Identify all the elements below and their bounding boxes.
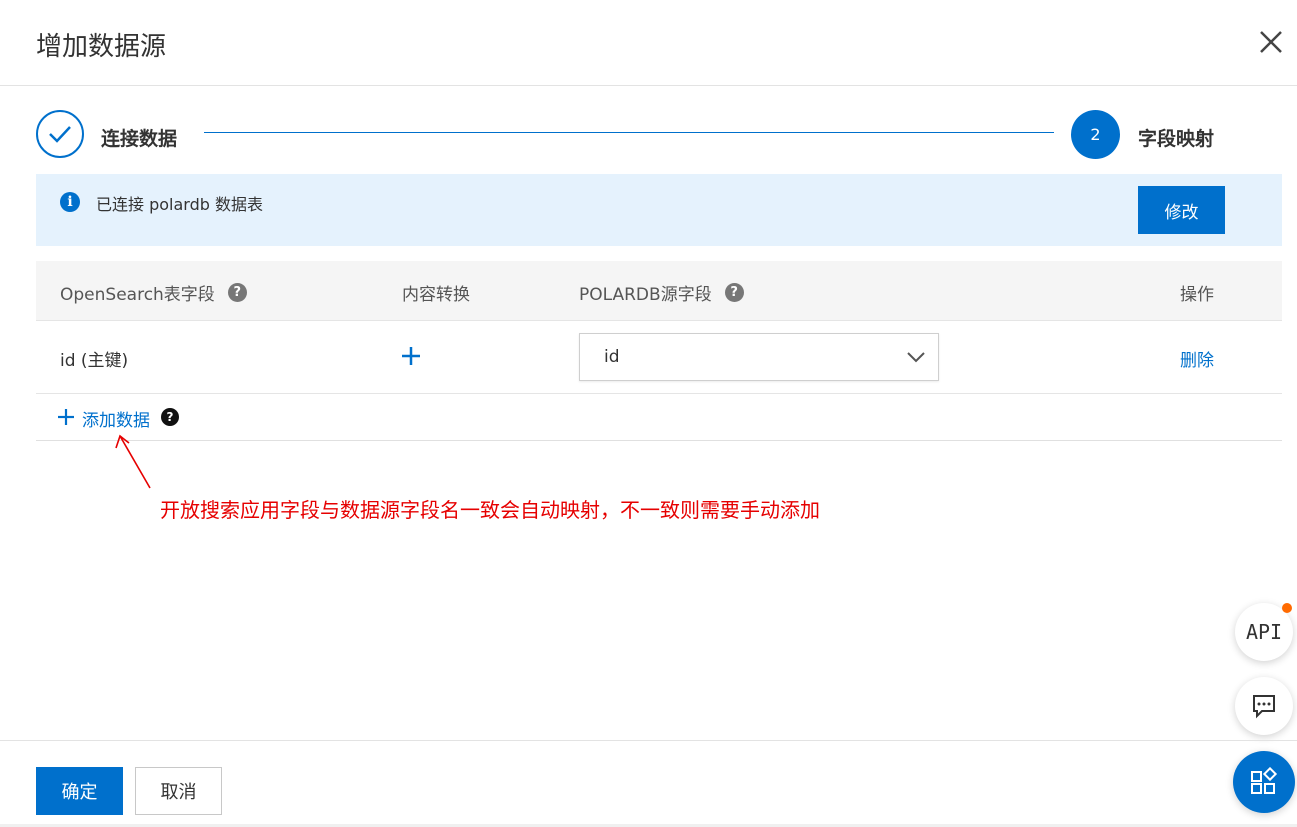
confirm-button[interactable]: 确定	[36, 767, 123, 815]
info-icon: i	[60, 192, 80, 212]
annotation-text: 开放搜索应用字段与数据源字段名一致会自动映射，不一致则需要手动添加	[160, 498, 820, 522]
footer-divider	[0, 740, 1297, 741]
chat-button[interactable]	[1235, 677, 1293, 735]
add-data-row: 添加数据 ?	[36, 394, 1282, 441]
header-opensearch-field: OpenSearch表字段 ?	[60, 280, 247, 305]
api-label: API	[1245, 620, 1283, 644]
api-button[interactable]: API	[1235, 603, 1293, 661]
step-1-label: 连接数据	[101, 128, 178, 150]
source-field-select[interactable]: id	[579, 333, 939, 381]
chevron-down-icon	[907, 352, 925, 363]
select-value: id	[604, 347, 620, 367]
step-1-done-circle	[36, 110, 84, 158]
delete-link[interactable]: 删除	[1180, 346, 1214, 371]
modify-button[interactable]: 修改	[1138, 186, 1225, 234]
apps-button[interactable]	[1233, 751, 1295, 813]
apps-icon	[1251, 767, 1278, 794]
close-icon[interactable]	[1256, 27, 1286, 57]
header-source-field: POLARDB源字段 ?	[579, 280, 744, 305]
header-action: 操作	[1180, 280, 1214, 305]
dialog-header: 增加数据源	[0, 0, 1297, 86]
table-header: OpenSearch表字段 ? 内容转换 POLARDB源字段 ? 操作	[36, 261, 1282, 321]
annotation-arrow	[115, 434, 151, 489]
header-content-transform: 内容转换	[402, 280, 470, 305]
add-transform-icon[interactable]	[400, 345, 422, 367]
cancel-button[interactable]: 取消	[135, 767, 222, 815]
header-label: 内容转换	[402, 285, 470, 305]
notification-dot	[1282, 603, 1292, 613]
table-row: id (主键) id 删除	[36, 321, 1282, 394]
step-connector	[204, 132, 1054, 133]
help-icon[interactable]: ?	[161, 408, 179, 426]
dialog-title: 增加数据源	[36, 32, 167, 62]
banner-text: 已连接 polardb 数据表	[96, 195, 263, 214]
header-label: POLARDB源字段	[579, 285, 712, 305]
header-label: OpenSearch表字段	[60, 285, 215, 305]
help-icon[interactable]: ?	[227, 283, 247, 302]
chat-icon	[1253, 695, 1275, 719]
field-name: id (主键)	[60, 351, 129, 371]
help-icon[interactable]: ?	[724, 283, 744, 302]
header-label: 操作	[1180, 285, 1214, 305]
step-2-label: 字段映射	[1138, 128, 1215, 150]
plus-icon[interactable]	[57, 408, 75, 426]
step-2-circle: 2	[1071, 110, 1120, 159]
info-banner: i 已连接 polardb 数据表 修改	[36, 174, 1282, 246]
check-icon	[49, 126, 71, 143]
